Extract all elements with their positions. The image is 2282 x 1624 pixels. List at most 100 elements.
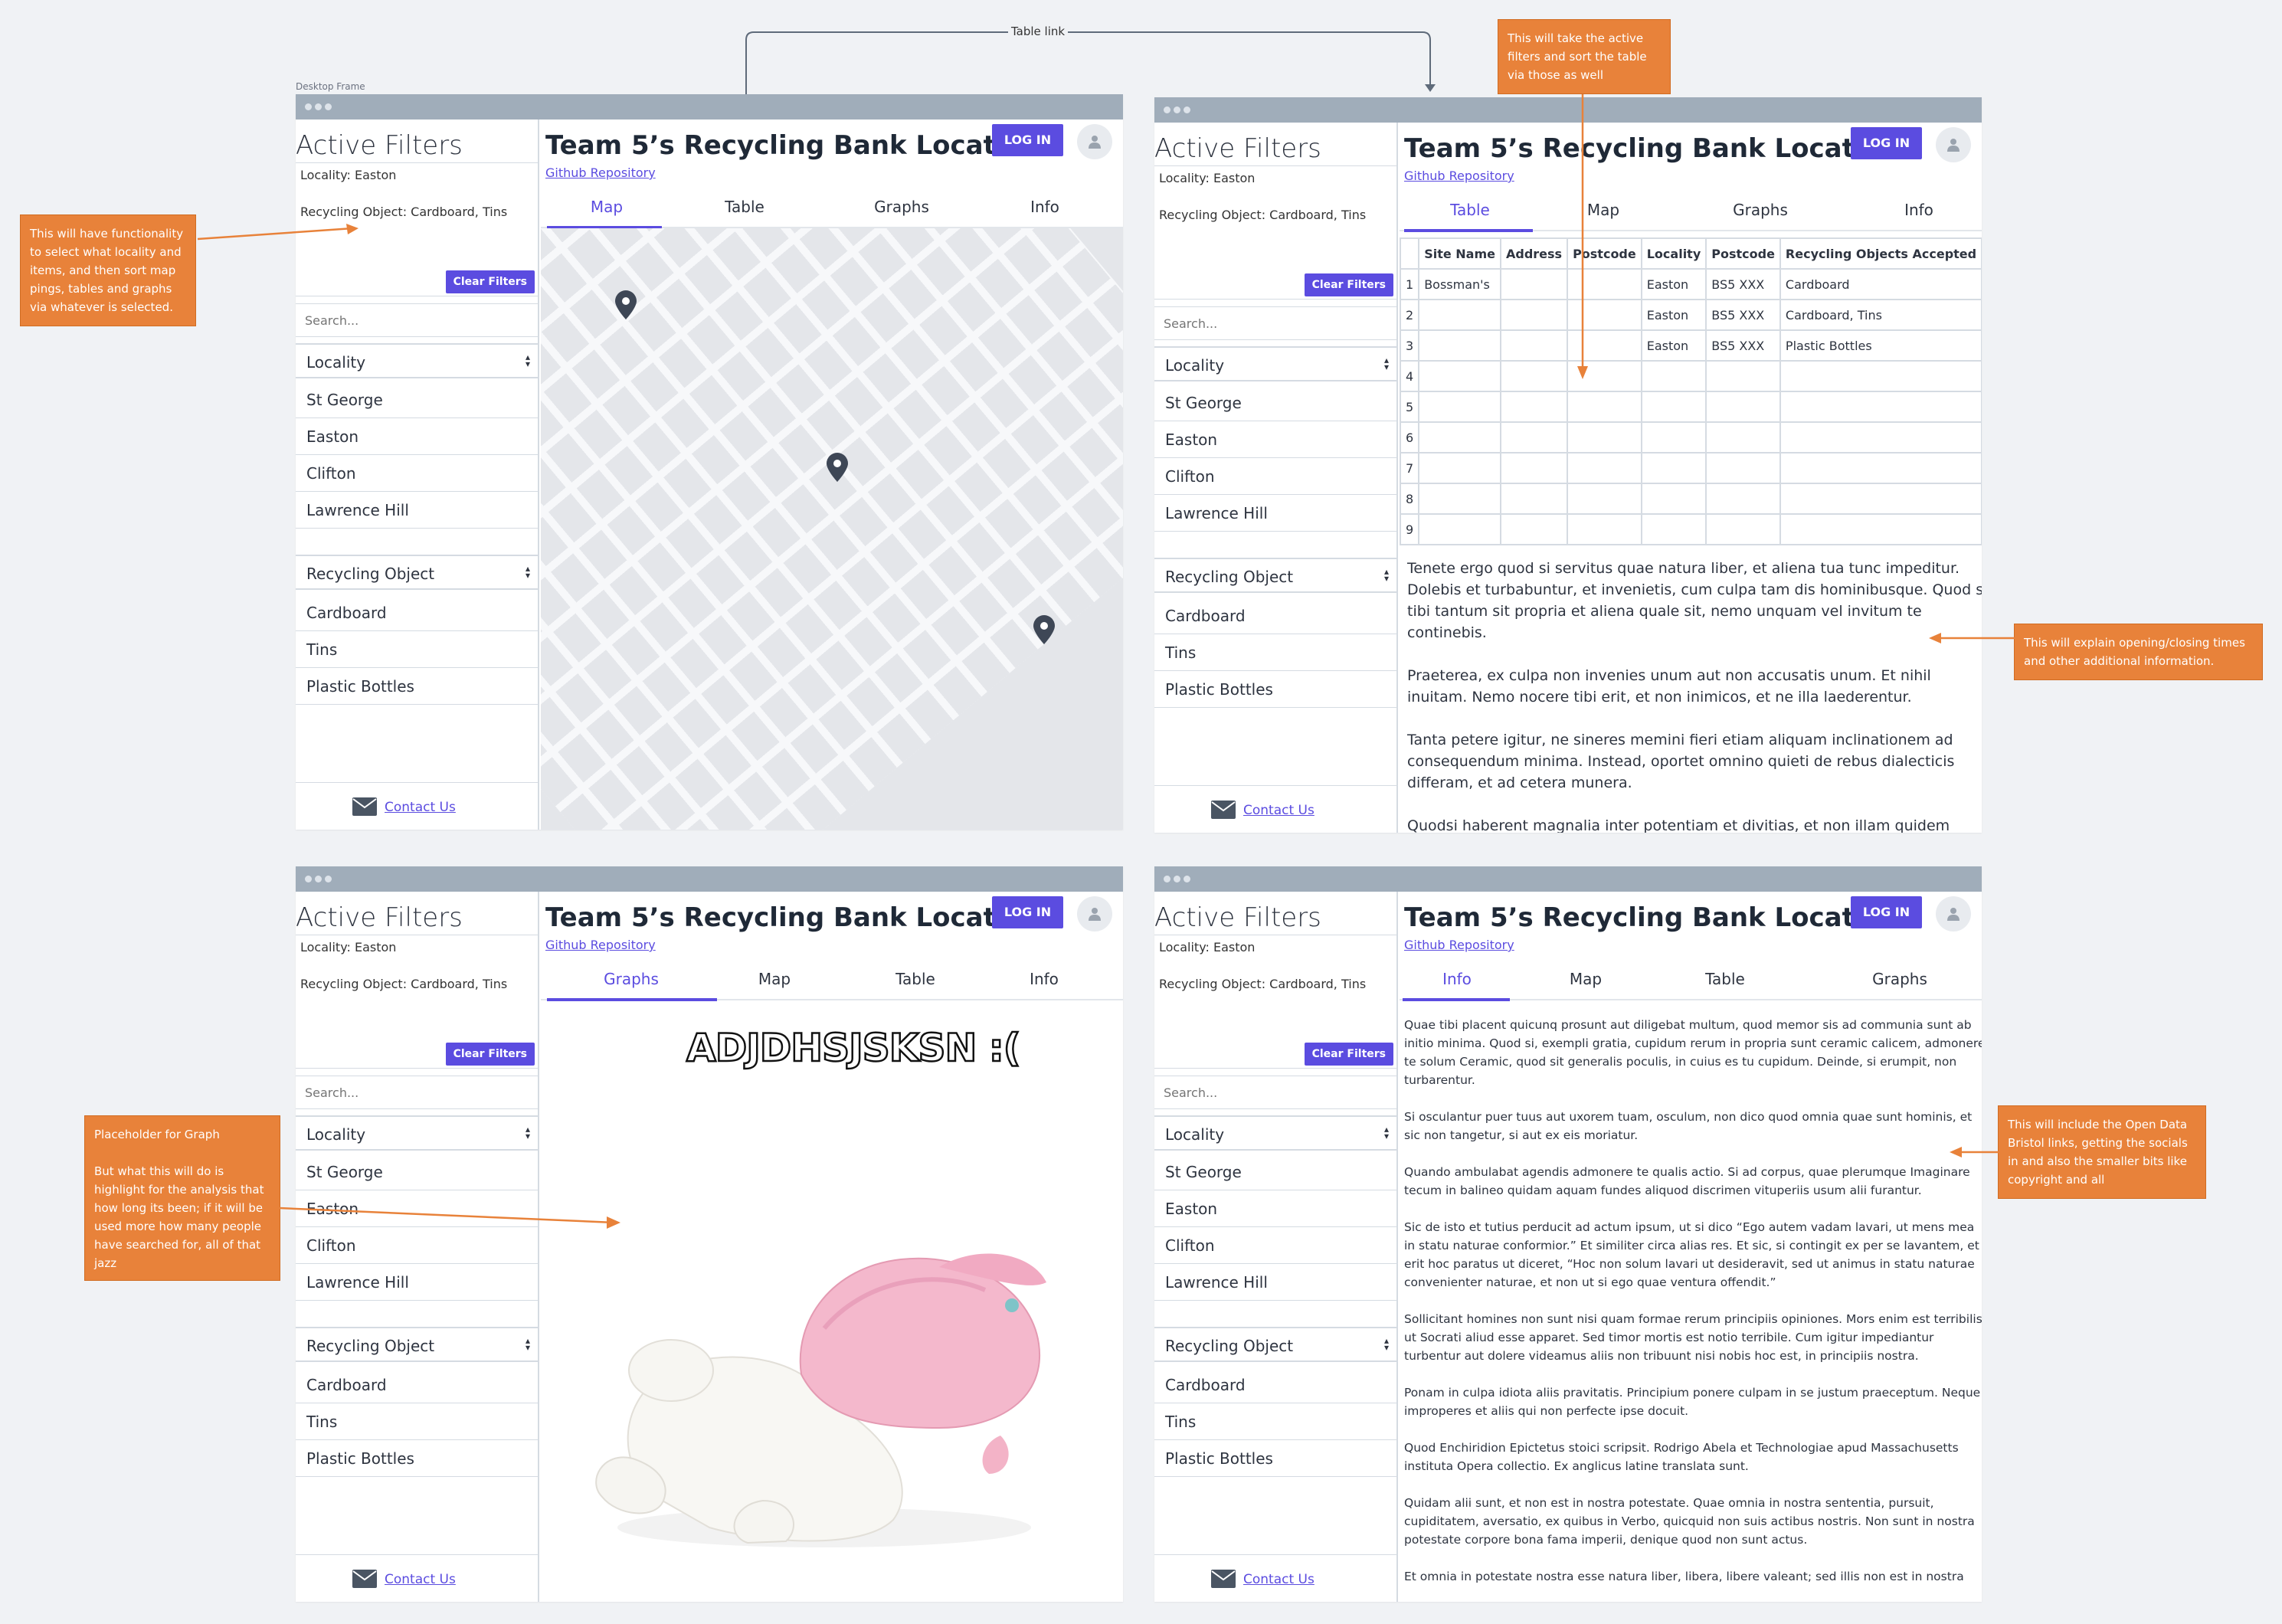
tab-table[interactable]: Table — [687, 198, 802, 216]
github-repository-link[interactable]: Github Repository — [1404, 169, 1514, 183]
object-item[interactable]: Tins — [1154, 1403, 1398, 1440]
contact-us-link[interactable]: Contact Us — [385, 800, 456, 815]
locality-item[interactable]: Clifton — [296, 1227, 539, 1264]
search-field[interactable] — [1154, 306, 1398, 340]
locality-select[interactable]: Locality ▴ ▾ — [296, 1115, 539, 1151]
tab-graphs[interactable]: Graphs — [844, 198, 959, 216]
login-button[interactable]: LOG IN — [992, 124, 1063, 156]
tab-map[interactable]: Map — [549, 198, 664, 216]
object-item[interactable]: Tins — [296, 631, 539, 668]
locality-item[interactable]: Lawrence Hill — [1154, 495, 1398, 532]
recycling-object-select[interactable]: Recycling Object ▴ ▾ — [296, 555, 539, 590]
recycling-object-select[interactable]: Recycling Object ▴ ▾ — [1154, 558, 1398, 593]
tab-info[interactable]: Info — [1861, 201, 1976, 219]
search-input[interactable] — [1154, 307, 1398, 339]
github-repository-link[interactable]: Github Repository — [1404, 938, 1514, 952]
github-repository-link[interactable]: Github Repository — [545, 165, 656, 180]
clear-filters-button[interactable]: Clear Filters — [445, 1043, 535, 1066]
tab-map[interactable]: Map — [717, 970, 832, 988]
map-pin-icon[interactable] — [1031, 614, 1057, 645]
locality-select[interactable]: Locality ▴ ▾ — [1154, 1115, 1398, 1151]
tab-graphs[interactable]: Graphs — [1703, 201, 1818, 219]
tab-table[interactable]: Table — [1668, 970, 1783, 988]
tab-graphs[interactable]: Graphs — [1842, 970, 1957, 988]
locality-item[interactable]: Lawrence Hill — [1154, 1264, 1398, 1301]
recycling-object-select[interactable]: Recycling Object ▴ ▾ — [296, 1327, 539, 1362]
search-field[interactable] — [1154, 1076, 1398, 1109]
clear-filters-button[interactable]: Clear Filters — [1304, 1043, 1393, 1066]
object-item[interactable]: Plastic Bottles — [296, 1440, 539, 1477]
column-header[interactable]: Postcode — [1705, 237, 1781, 270]
login-button[interactable]: LOG IN — [1851, 896, 1922, 928]
table-row[interactable]: 1 Bossman's Easton BS5 XXX Cardboard — [1399, 268, 1982, 300]
avatar[interactable] — [1077, 124, 1112, 159]
locality-item[interactable]: Clifton — [296, 455, 539, 492]
table-row[interactable]: 7 — [1399, 452, 1982, 484]
column-header[interactable]: Locality — [1640, 237, 1707, 270]
locality-item[interactable]: St George — [296, 381, 539, 418]
locality-item[interactable]: Lawrence Hill — [296, 492, 539, 529]
locality-item[interactable]: St George — [296, 1154, 539, 1190]
locality-select[interactable]: Locality ▴ ▾ — [1154, 346, 1398, 381]
map-view[interactable] — [541, 228, 1123, 830]
clear-filters-button[interactable]: Clear Filters — [445, 270, 535, 293]
map-pin-icon[interactable] — [824, 452, 850, 483]
table-header-row: Site Name Address Postcode Locality Post… — [1399, 237, 1982, 270]
search-input[interactable] — [296, 304, 539, 336]
clear-filters-button[interactable]: Clear Filters — [1304, 273, 1393, 296]
tab-table[interactable]: Table — [1413, 201, 1527, 219]
avatar[interactable] — [1077, 896, 1112, 932]
locality-item[interactable]: Lawrence Hill — [296, 1264, 539, 1301]
locality-item[interactable]: Clifton — [1154, 458, 1398, 495]
table-row[interactable]: 5 — [1399, 391, 1982, 423]
locality-item[interactable]: Easton — [1154, 421, 1398, 458]
locality-item[interactable]: Clifton — [1154, 1227, 1398, 1264]
search-input[interactable] — [1154, 1076, 1398, 1108]
table-row[interactable]: 4 — [1399, 360, 1982, 392]
recycling-object-select[interactable]: Recycling Object ▴ ▾ — [1154, 1327, 1398, 1362]
locality-item[interactable]: St George — [1154, 1154, 1398, 1190]
select-arrows-icon: ▴ ▾ — [1383, 1335, 1389, 1353]
tab-info[interactable]: Info — [1400, 970, 1514, 988]
object-item[interactable]: Tins — [1154, 634, 1398, 671]
locality-item[interactable]: St George — [1154, 385, 1398, 421]
locality-select[interactable]: Locality ▴ ▾ — [296, 343, 539, 378]
contact-us-link[interactable]: Contact Us — [385, 1572, 456, 1587]
avatar[interactable] — [1936, 127, 1971, 162]
table-row[interactable]: 8 — [1399, 483, 1982, 515]
search-input[interactable] — [296, 1076, 539, 1108]
column-header[interactable]: Address — [1499, 237, 1569, 270]
column-header[interactable]: Recycling Objects Accepted — [1779, 237, 1982, 270]
search-field[interactable] — [296, 1076, 539, 1109]
table-row[interactable]: 2 Easton BS5 XXX Cardboard, Tins — [1399, 299, 1982, 331]
app-title: Team 5’s Recycling Bank Locator — [1404, 902, 1886, 933]
tab-map[interactable]: Map — [1528, 970, 1643, 988]
table-row[interactable]: 3 Easton BS5 XXX Plastic Bottles — [1399, 329, 1982, 362]
tab-info[interactable]: Info — [987, 970, 1102, 988]
table-row[interactable]: 6 — [1399, 421, 1982, 453]
avatar[interactable] — [1936, 896, 1971, 932]
object-item[interactable]: Cardboard — [1154, 598, 1398, 634]
tab-map[interactable]: Map — [1546, 201, 1661, 219]
locality-item[interactable]: Easton — [1154, 1190, 1398, 1227]
tab-graphs[interactable]: Graphs — [574, 970, 689, 988]
object-item[interactable]: Cardboard — [296, 1367, 539, 1403]
table-row[interactable]: 9 — [1399, 513, 1982, 545]
search-field[interactable] — [296, 303, 539, 337]
tab-info[interactable]: Info — [987, 198, 1102, 216]
map-pin-icon[interactable] — [613, 290, 639, 320]
login-button[interactable]: LOG IN — [992, 896, 1063, 928]
contact-us-link[interactable]: Contact Us — [1243, 1572, 1315, 1587]
object-item[interactable]: Cardboard — [1154, 1367, 1398, 1403]
object-item[interactable]: Plastic Bottles — [1154, 1440, 1398, 1477]
tab-table[interactable]: Table — [858, 970, 973, 988]
contact-us-link[interactable]: Contact Us — [1243, 803, 1315, 818]
object-item[interactable]: Plastic Bottles — [1154, 671, 1398, 708]
github-repository-link[interactable]: Github Repository — [545, 938, 656, 952]
object-item[interactable]: Plastic Bottles — [296, 668, 539, 705]
object-item[interactable]: Cardboard — [296, 594, 539, 631]
locality-item[interactable]: Easton — [296, 418, 539, 455]
login-button[interactable]: LOG IN — [1851, 127, 1922, 159]
column-header[interactable]: Site Name — [1418, 237, 1501, 270]
object-item[interactable]: Tins — [296, 1403, 539, 1440]
